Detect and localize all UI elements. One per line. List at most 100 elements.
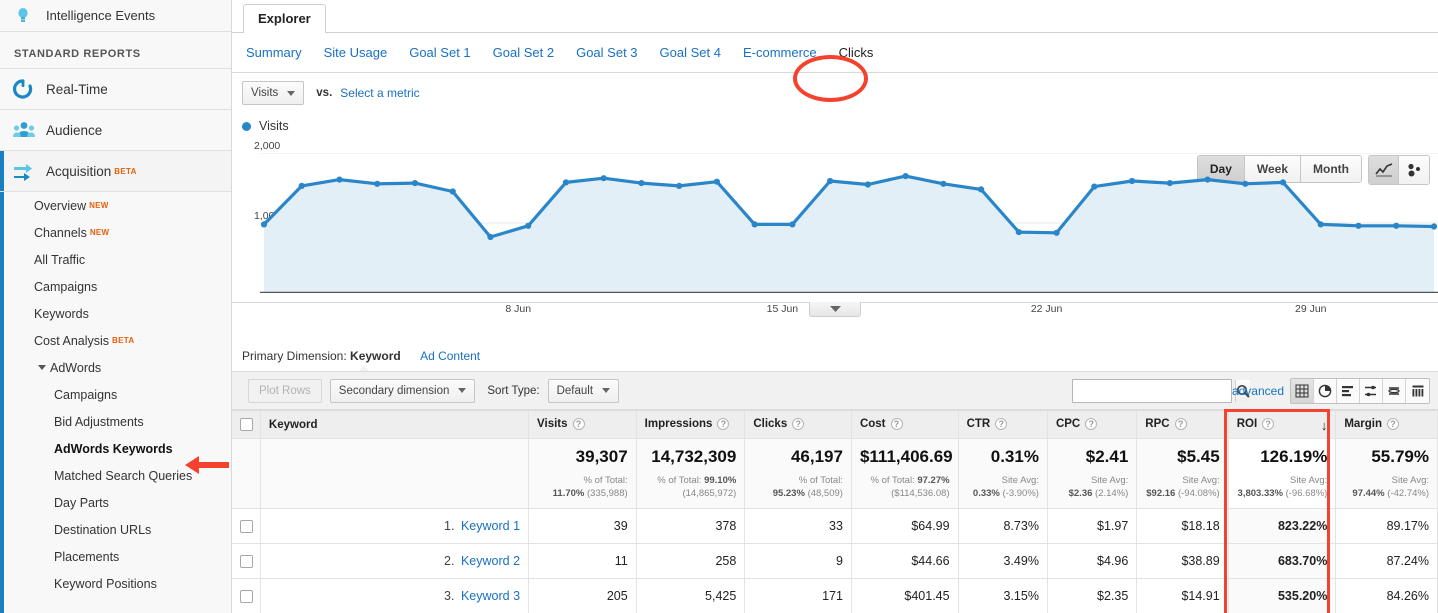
summary-note-paren: (14,865,972) [682, 488, 736, 499]
row-rpc: $18.18 [1137, 509, 1228, 544]
summary-note: Site Avg: 97.44% (-42.74%) [1344, 474, 1429, 500]
column-header-margin[interactable]: Margin? [1336, 411, 1438, 439]
row-checkbox[interactable] [240, 555, 253, 568]
tab-goal-set-4[interactable]: Goal Set 4 [660, 45, 721, 60]
tab-goal-set-2[interactable]: Goal Set 2 [493, 45, 554, 60]
tab-goal-set-3[interactable]: Goal Set 3 [576, 45, 637, 60]
sidebar-item-placements[interactable]: Placements [0, 543, 231, 570]
chevron-down-icon [830, 306, 841, 313]
sidebar-item-cost-analysis[interactable]: Cost Analysis BETA [0, 327, 231, 354]
sidebar-item-destination-urls[interactable]: Destination URLs [0, 516, 231, 543]
summary-visits-cell: 39,307 % of Total: 11.70% (335,988) [529, 439, 637, 509]
comparison-view-icon[interactable] [1383, 379, 1406, 403]
x-axis-tick: 8 Jun [505, 303, 531, 315]
sidebar-item-channels[interactable]: Channels NEW [0, 219, 231, 246]
column-header-roi[interactable]: ROI? ↓ [1228, 411, 1336, 439]
sidebar-item-audience[interactable]: Audience [0, 110, 231, 151]
secondary-dimension-dropdown[interactable]: Secondary dimension [330, 379, 476, 403]
sidebar-item-acquisition[interactable]: Acquisition BETA [0, 151, 231, 192]
tab-explorer[interactable]: Explorer [243, 4, 326, 33]
column-header-cost[interactable]: Cost? [851, 411, 958, 439]
sidebar-item-campaigns[interactable]: Campaigns [0, 273, 231, 300]
table-view-icon[interactable] [1291, 379, 1314, 403]
row-checkbox-cell[interactable] [232, 544, 260, 579]
select-all-header[interactable] [232, 411, 260, 439]
column-header-impressions[interactable]: Impressions? [636, 411, 745, 439]
keyword-link[interactable]: Keyword 2 [461, 554, 520, 568]
table-row[interactable]: 1. Keyword 1 39 378 33 $64.99 8.73% $1.9… [232, 509, 1438, 544]
sidebar-item-label: Bid Adjustments [54, 415, 144, 429]
visits-line-chart[interactable]: 2,000 1,000 [242, 141, 1428, 301]
pivot-view-icon[interactable] [1406, 379, 1429, 403]
summary-note-paren: (-3.90%) [1003, 488, 1039, 499]
chart-plot-area [260, 153, 1438, 293]
sidebar-item-real-time[interactable]: Real-Time [0, 69, 231, 110]
pie-view-icon[interactable] [1314, 379, 1337, 403]
summary-note: Site Avg: 3,803.33% (-96.68%) [1237, 474, 1328, 500]
help-icon[interactable]: ? [1085, 418, 1097, 430]
beta-badge: BETA [112, 336, 134, 345]
tab-site-usage[interactable]: Site Usage [324, 45, 388, 60]
sort-descending-icon[interactable]: ↓ [1321, 418, 1328, 433]
ad-content-link[interactable]: Ad Content [420, 349, 480, 363]
row-rpc: $14.91 [1137, 579, 1228, 613]
sort-type-dropdown[interactable]: Default [548, 379, 619, 403]
performance-view-icon[interactable] [1360, 379, 1383, 403]
metric-dropdown[interactable]: Visits [242, 81, 304, 105]
help-icon[interactable]: ? [1175, 418, 1187, 430]
help-icon[interactable]: ? [792, 418, 804, 430]
sidebar-item-matched-search-queries[interactable]: Matched Search Queries [0, 462, 231, 489]
x-axis-tick: 22 Jun [1031, 303, 1063, 315]
help-icon[interactable]: ? [1262, 418, 1274, 430]
summary-note-paren: (48,509) [808, 488, 843, 499]
help-icon[interactable]: ? [717, 418, 729, 430]
keyword-link[interactable]: Keyword 1 [461, 519, 520, 533]
summary-value: 126.19% [1237, 447, 1328, 467]
collapse-chart-handle[interactable] [809, 302, 861, 317]
row-checkbox-cell[interactable] [232, 579, 260, 613]
help-icon[interactable]: ? [891, 418, 903, 430]
advanced-link[interactable]: advanced [1232, 384, 1284, 398]
select-all-checkbox[interactable] [240, 418, 253, 431]
help-icon[interactable]: ? [573, 418, 585, 430]
sidebar-item-adwords[interactable]: AdWords [0, 354, 231, 381]
column-label: Cost [860, 419, 886, 431]
sidebar-item-adwords-campaigns[interactable]: Campaigns [0, 381, 231, 408]
column-header-clicks[interactable]: Clicks? [745, 411, 852, 439]
sidebar-item-all-traffic[interactable]: All Traffic [0, 246, 231, 273]
column-header-visits[interactable]: Visits? [529, 411, 637, 439]
tab-clicks[interactable]: Clicks [839, 45, 874, 60]
row-checkbox-cell[interactable] [232, 509, 260, 544]
sidebar-item-overview[interactable]: Overview NEW [0, 192, 231, 219]
sidebar-item-keyword-positions[interactable]: Keyword Positions [0, 570, 231, 597]
table-row[interactable]: 2. Keyword 2 11 258 9 $44.66 3.49% $4.96… [232, 544, 1438, 579]
help-icon[interactable]: ? [1387, 418, 1399, 430]
sidebar-item-bid-adjustments[interactable]: Bid Adjustments [0, 408, 231, 435]
search-input[interactable] [1073, 380, 1235, 402]
table-row[interactable]: 3. Keyword 3 205 5,425 171 $401.45 3.15%… [232, 579, 1438, 613]
column-label: ROI [1237, 419, 1257, 431]
summary-note: Site Avg: $92.16 (-94.08%) [1145, 474, 1219, 500]
row-checkbox[interactable] [240, 590, 253, 603]
help-icon[interactable]: ? [995, 418, 1007, 430]
row-ctr: 3.49% [958, 544, 1047, 579]
tab-e-commerce[interactable]: E-commerce [743, 45, 817, 60]
tab-goal-set-1[interactable]: Goal Set 1 [409, 45, 470, 60]
keyword-link[interactable]: Keyword 3 [461, 589, 520, 603]
plot-rows-button[interactable]: Plot Rows [248, 379, 322, 403]
bar-view-icon[interactable] [1337, 379, 1360, 403]
search-box [1072, 379, 1232, 403]
sidebar-item-keywords[interactable]: Keywords [0, 300, 231, 327]
sidebar-item-adwords-keywords[interactable]: AdWords Keywords [0, 435, 231, 462]
tab-summary[interactable]: Summary [246, 45, 302, 60]
sidebar-item-day-parts[interactable]: Day Parts [0, 489, 231, 516]
row-checkbox[interactable] [240, 520, 253, 533]
sidebar-item-intelligence-events[interactable]: Intelligence Events [0, 0, 231, 32]
column-header-cpc[interactable]: CPC? [1047, 411, 1136, 439]
select-a-metric-link[interactable]: Select a metric [340, 86, 419, 100]
column-header-rpc[interactable]: RPC? [1137, 411, 1228, 439]
sort-type-label: Sort Type: [487, 385, 539, 397]
column-header-ctr[interactable]: CTR? [958, 411, 1047, 439]
primary-dimension-value[interactable]: Keyword [350, 349, 401, 363]
column-header-keyword[interactable]: Keyword [260, 411, 528, 439]
